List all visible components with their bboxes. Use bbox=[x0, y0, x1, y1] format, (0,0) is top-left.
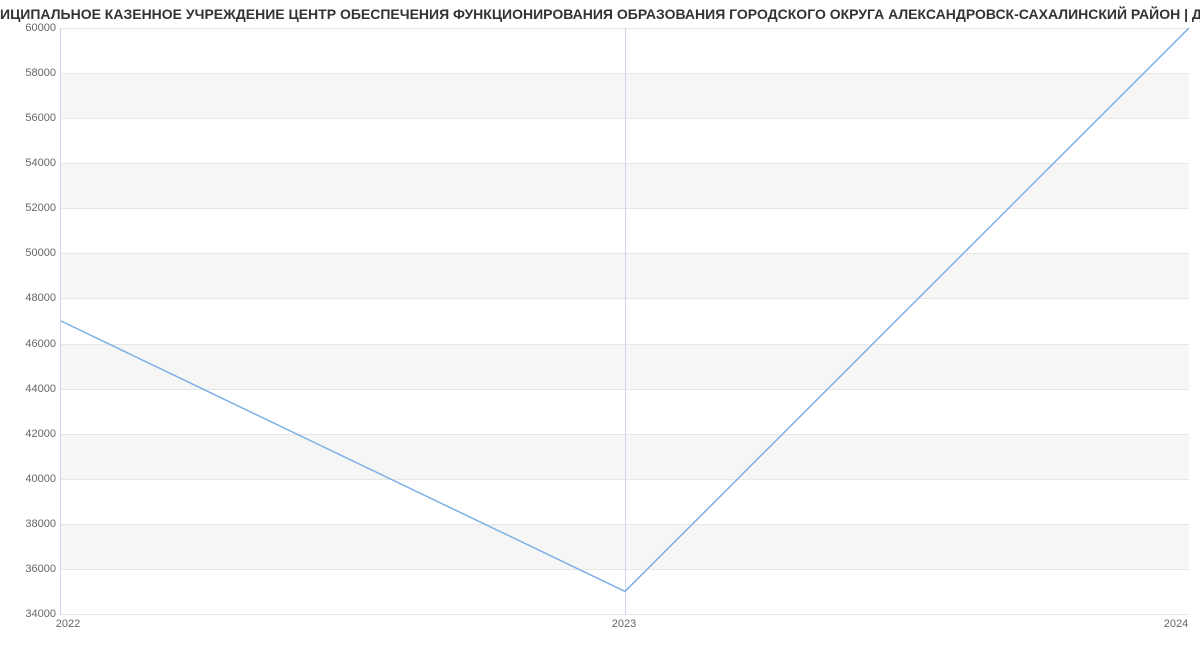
x-tick-label: 2023 bbox=[612, 618, 636, 630]
y-tick-label: 48000 bbox=[6, 292, 56, 304]
y-tick-label: 46000 bbox=[6, 338, 56, 350]
y-tick-label: 42000 bbox=[6, 428, 56, 440]
x-tick-label: 2024 bbox=[1164, 618, 1188, 630]
y-tick-label: 44000 bbox=[6, 383, 56, 395]
plot-area bbox=[60, 28, 1189, 615]
y-tick-label: 38000 bbox=[6, 518, 56, 530]
y-tick-label: 36000 bbox=[6, 563, 56, 575]
y-tick-label: 58000 bbox=[6, 67, 56, 79]
y-tick-label: 40000 bbox=[6, 473, 56, 485]
chart-title: ИЦИПАЛЬНОЕ КАЗЕННОЕ УЧРЕЖДЕНИЕ ЦЕНТР ОБЕ… bbox=[0, 6, 1200, 22]
y-tick-label: 52000 bbox=[6, 202, 56, 214]
y-tick-label: 60000 bbox=[6, 22, 56, 34]
y-tick-label: 56000 bbox=[6, 112, 56, 124]
line-series bbox=[61, 28, 1189, 614]
y-tick-label: 34000 bbox=[6, 608, 56, 620]
gridline bbox=[61, 614, 1189, 615]
x-tick-label: 2022 bbox=[56, 618, 80, 630]
y-tick-label: 54000 bbox=[6, 157, 56, 169]
y-tick-label: 50000 bbox=[6, 247, 56, 259]
